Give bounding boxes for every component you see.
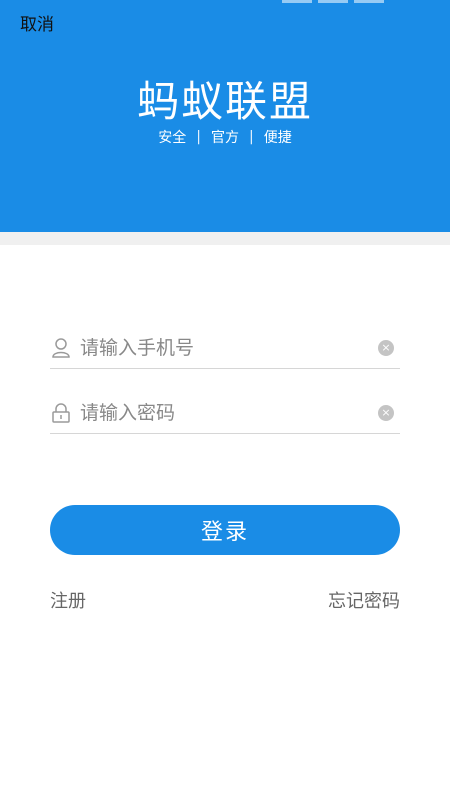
tagline-item: 安全 [158,130,187,146]
password-field: × [50,393,400,434]
phone-field: × [50,328,400,369]
tagline-separator: | [249,129,254,145]
password-input[interactable] [80,398,370,428]
forgot-password-link[interactable]: 忘记密码 [328,587,400,613]
phone-input[interactable] [80,333,370,363]
user-icon [50,337,72,359]
tagline-item: 便捷 [263,130,292,146]
tagline-separator: | [196,129,201,145]
login-screen: 取消 蚂蚁联盟 安全 | 官方 | 便捷 × × [0,0,450,800]
tagline-item: 官方 [211,130,239,146]
status-indicator [318,0,348,3]
status-indicator [282,0,312,3]
status-bar [282,0,406,4]
status-indicator [354,0,384,3]
login-button[interactable]: 登录 [50,505,400,555]
tagline-row: 安全 | 官方 | 便捷 [0,127,450,147]
lock-icon [50,402,72,424]
clear-icon[interactable]: × [378,405,394,421]
register-link[interactable]: 注册 [50,587,86,613]
clear-icon[interactable]: × [378,340,394,356]
cancel-button[interactable]: 取消 [20,10,54,35]
app-title: 蚂蚁联盟 [136,77,313,126]
header-banner: 取消 蚂蚁联盟 安全 | 官方 | 便捷 [0,0,450,232]
header-divider [0,232,450,245]
